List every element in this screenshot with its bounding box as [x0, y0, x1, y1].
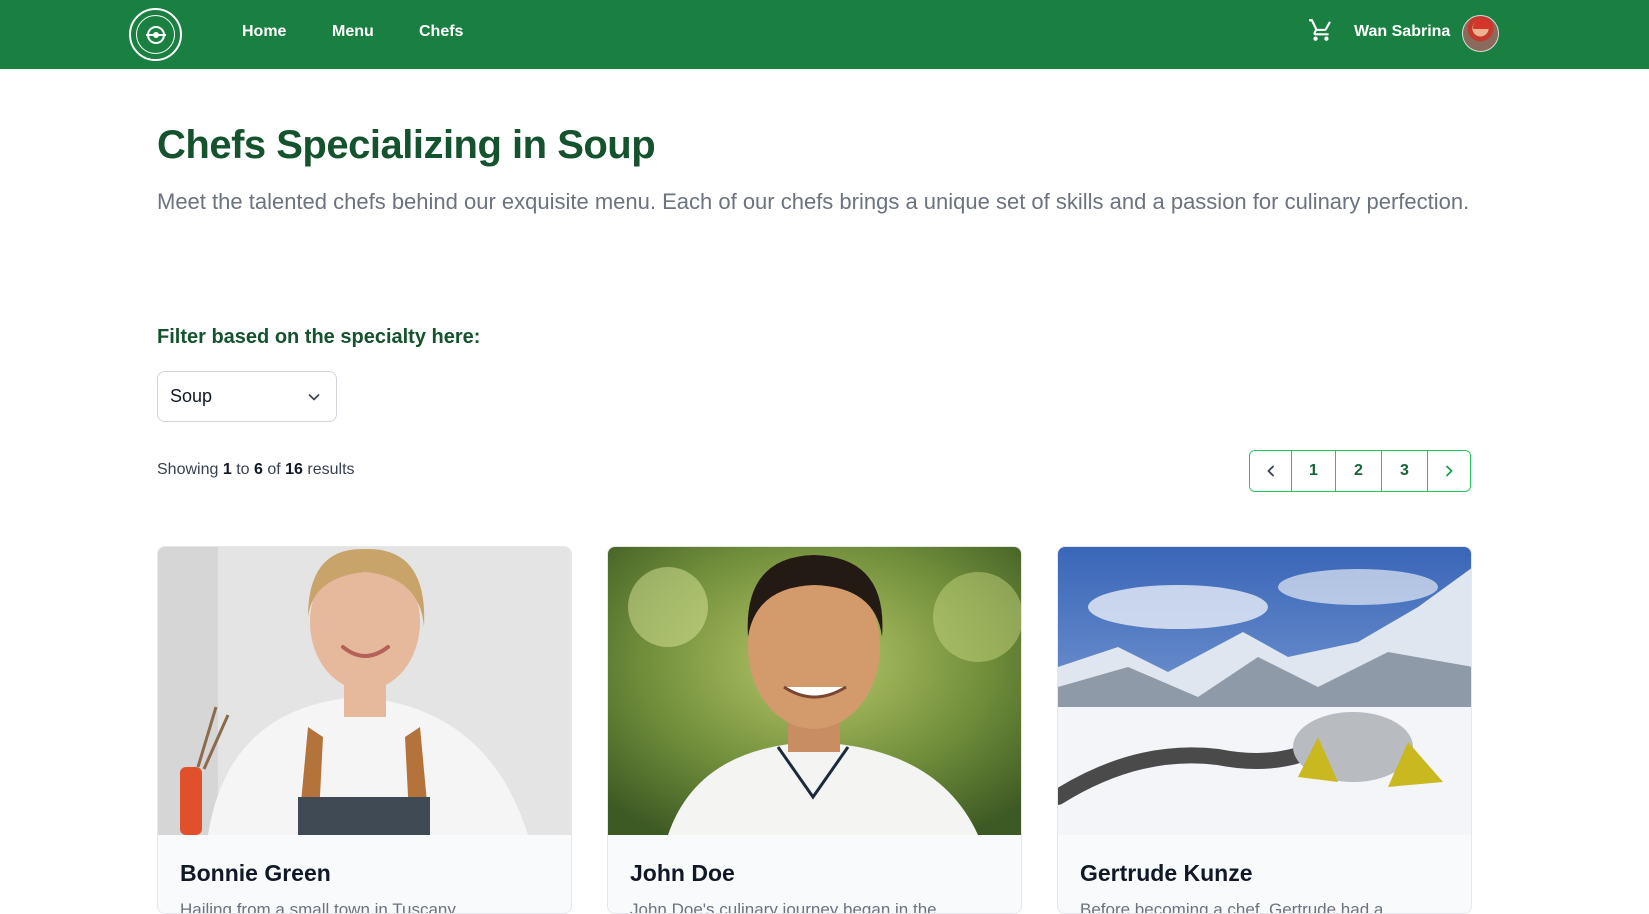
nav-link-menu[interactable]: Menu — [332, 22, 374, 42]
nav-link-chefs[interactable]: Chefs — [419, 22, 463, 42]
shopping-cart-icon[interactable] — [1308, 17, 1334, 43]
chef-name: John Doe — [630, 860, 735, 886]
pagination-page-1[interactable]: 1 — [1292, 451, 1336, 491]
chef-card-bonnie-green[interactable]: Bonnie Green Hailing from a small town i… — [157, 546, 572, 914]
chef-card-john-doe[interactable]: John Doe John Doe's culinary journey beg… — [607, 546, 1022, 914]
chef-photo — [608, 547, 1021, 835]
chef-excerpt: John Doe's culinary journey began in the — [630, 900, 937, 914]
chef-photo — [1058, 547, 1471, 835]
user-name[interactable]: Wan Sabrina — [1354, 22, 1450, 42]
page-description: Meet the talented chefs behind our exqui… — [157, 189, 1470, 214]
chef-excerpt: Before becoming a chef, Gertrude had a — [1080, 900, 1384, 914]
page-title: Chefs Specializing in Soup — [157, 123, 656, 167]
pagination-page-3[interactable]: 3 — [1382, 451, 1428, 491]
specialty-select-value: Soup — [170, 386, 213, 406]
nav-link-home[interactable]: Home — [242, 22, 286, 42]
chef-name: Gertrude Kunze — [1080, 860, 1253, 886]
chevron-left-icon — [1267, 465, 1274, 477]
chef-card-gertrude-kunze[interactable]: Gertrude Kunze Before becoming a chef, G… — [1057, 546, 1472, 914]
top-navbar: Home Menu Chefs Wan Sabrina — [0, 0, 1649, 69]
logo-emblem-icon — [136, 15, 175, 54]
chef-excerpt: Hailing from a small town in Tuscany — [180, 900, 456, 914]
restaurant-logo[interactable] — [129, 8, 182, 61]
pagination-prev-button[interactable] — [1250, 451, 1292, 491]
pagination-page-2[interactable]: 2 — [1336, 451, 1382, 491]
specialty-select[interactable]: Soup — [157, 371, 337, 422]
chef-photo — [158, 547, 571, 835]
pagination-next-button[interactable] — [1428, 451, 1470, 491]
results-count: Showing 1 to 6 of 16 results — [157, 461, 355, 478]
user-avatar[interactable] — [1462, 15, 1499, 52]
chevron-down-icon — [308, 394, 320, 401]
chef-name: Bonnie Green — [180, 860, 331, 886]
chevron-right-icon — [1446, 465, 1453, 477]
pagination: 1 2 3 — [1249, 450, 1471, 492]
filter-label: Filter based on the specialty here: — [157, 326, 481, 348]
